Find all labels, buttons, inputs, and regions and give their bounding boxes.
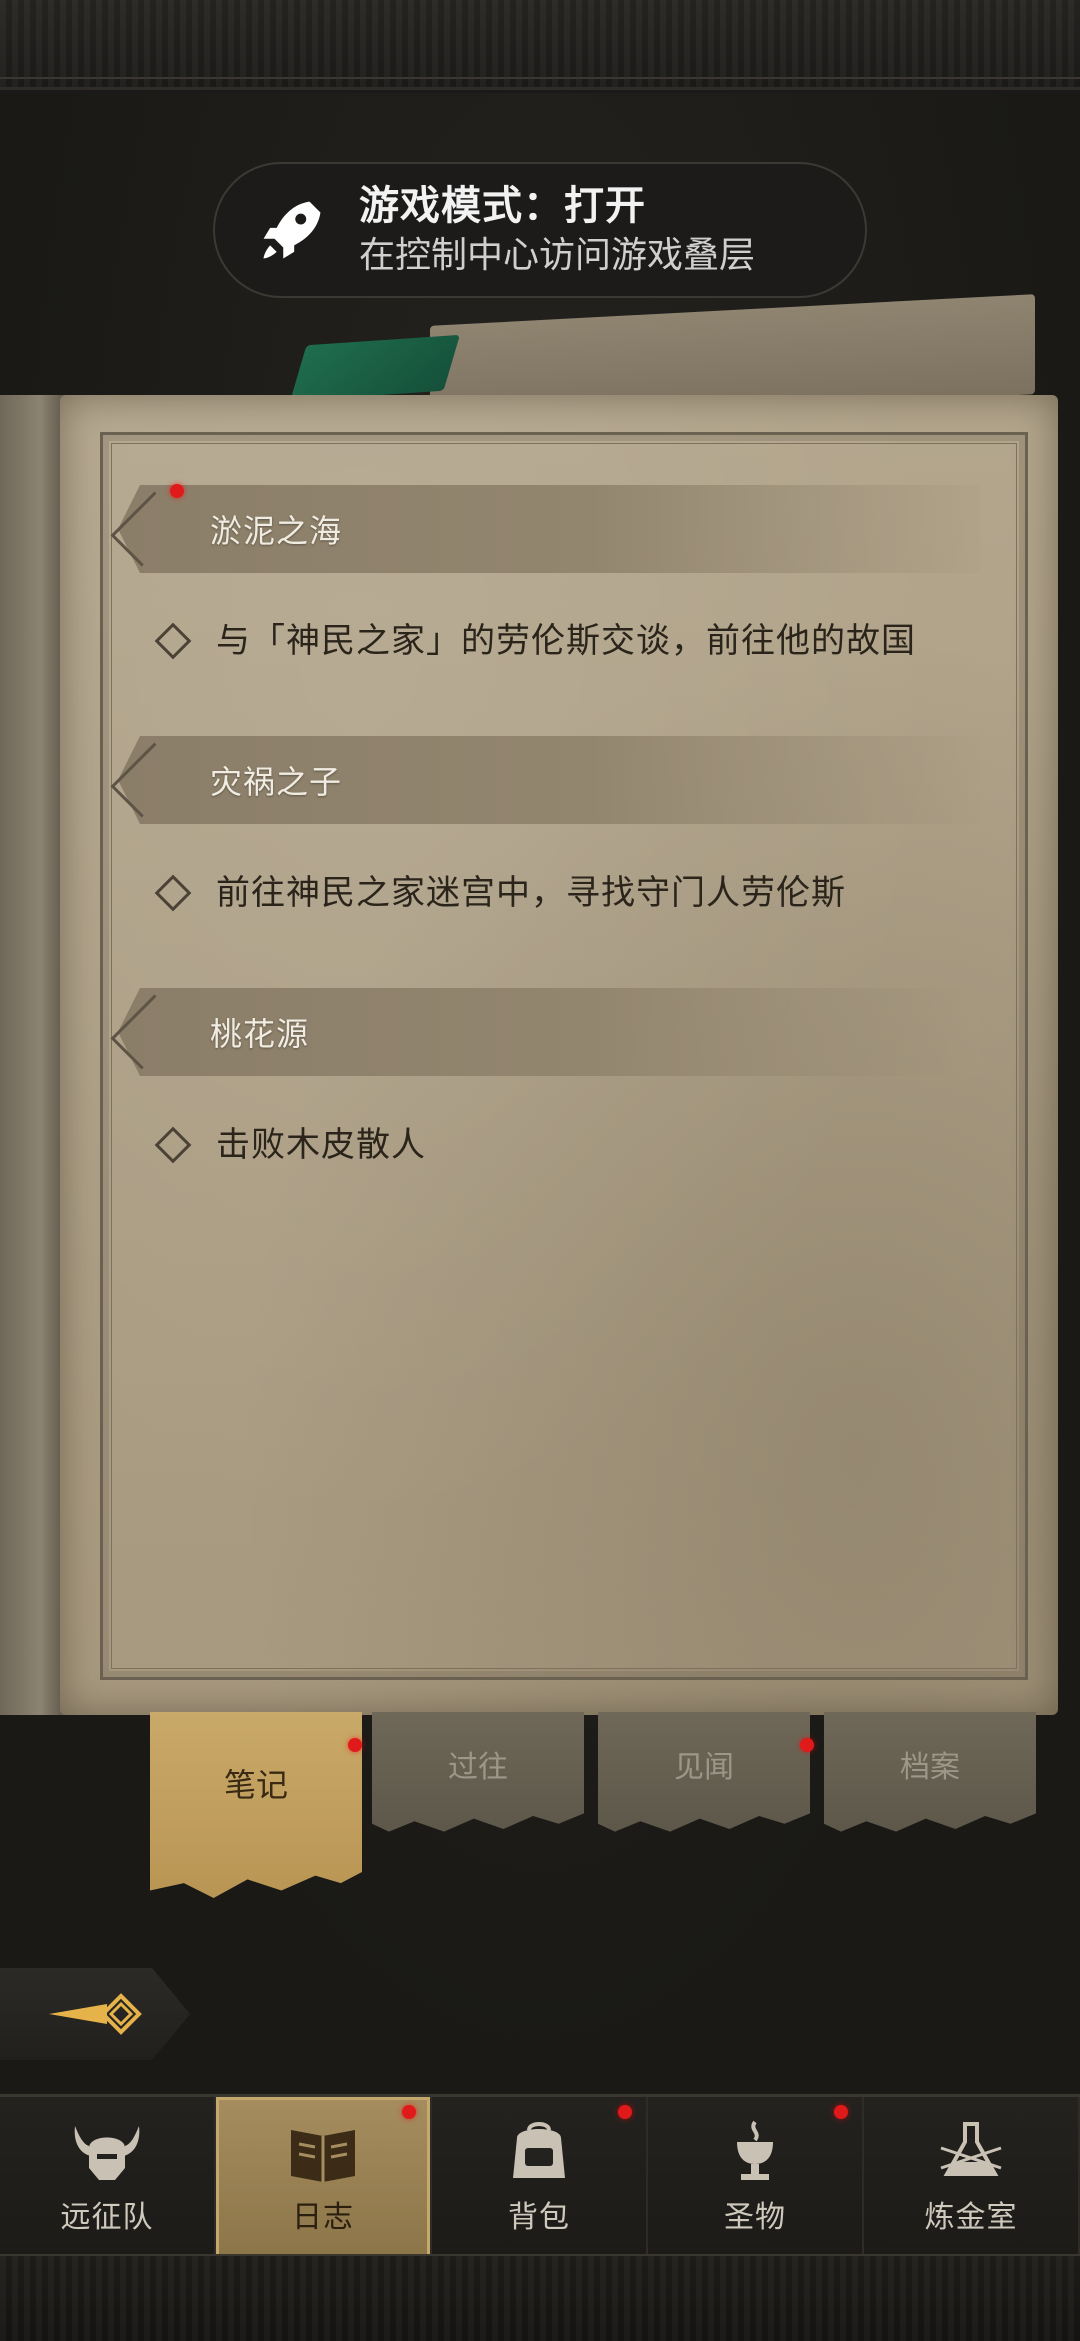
alert-dot [834,2105,848,2119]
quest-item[interactable]: 与「神民之家」的劳伦斯交谈，前往他的故国 [154,616,960,666]
alert-dot [618,2105,632,2119]
quest-item[interactable]: 击败木皮散人 [154,1120,960,1170]
section-title: 淤泥之海 [210,512,343,550]
quest-text: 前往神民之家迷宫中，寻找守门人劳伦斯 [216,873,846,913]
rocket-icon [255,193,329,267]
section-banner[interactable]: 淤泥之海 [118,485,980,573]
alert-dot [170,484,184,498]
quest-text: 击败木皮散人 [216,1125,426,1165]
section-banner[interactable]: 灾祸之子 [118,736,980,824]
nav-expedition[interactable]: 远征队 [0,2097,216,2257]
alert-dot [800,1738,814,1752]
quest-text: 与「神民之家」的劳伦斯交谈，前往他的故国 [216,621,916,661]
alert-dot [402,2105,416,2119]
diamond-bullet-icon [154,1126,192,1164]
alchemy-icon [931,2118,1011,2188]
nav-relics[interactable]: 圣物 [648,2097,864,2257]
game-mode-toast[interactable]: 游戏模式：打开 在控制中心访问游戏叠层 [213,162,867,298]
section-title: 灾祸之子 [210,763,343,801]
bottom-ornament-border [0,2254,1080,2341]
alert-dot [348,1738,362,1752]
bottom-nav: 远征队 日志 背包 圣物 炼金室 [0,2094,1080,2257]
nav-label: 炼金室 [924,2200,1018,2235]
nav-label: 圣物 [724,2200,786,2235]
game-mode-subtitle: 在控制中心访问游戏叠层 [359,235,756,276]
section-banner[interactable]: 桃花源 [118,988,980,1076]
horned-helmet-icon [67,2118,147,2188]
nav-journal[interactable]: 日志 [216,2097,432,2257]
nav-backpack[interactable]: 背包 [432,2097,648,2257]
tab-label: 笔记 [223,1766,288,1804]
nav-label: 日志 [292,2200,354,2235]
backpack-icon [499,2118,579,2188]
game-mode-title: 游戏模式：打开 [359,183,646,229]
diamond-bullet-icon [154,874,192,912]
back-arrow-icon [49,1993,142,2035]
section-title: 桃花源 [210,1015,310,1053]
relic-chalice-icon [715,2118,795,2188]
nav-alchemy[interactable]: 炼金室 [864,2097,1080,2257]
nav-label: 背包 [508,2200,570,2235]
top-ornament-border [0,0,1080,90]
back-button[interactable] [0,1968,190,2060]
tab-notes[interactable]: 笔记 [150,1712,362,1898]
diamond-bullet-icon [154,622,192,660]
journal-book-icon [283,2118,363,2188]
nav-label: 远征队 [60,2200,154,2235]
bookmark-ribbon [290,334,460,402]
quest-item[interactable]: 前往神民之家迷宫中，寻找守门人劳伦斯 [154,868,960,918]
